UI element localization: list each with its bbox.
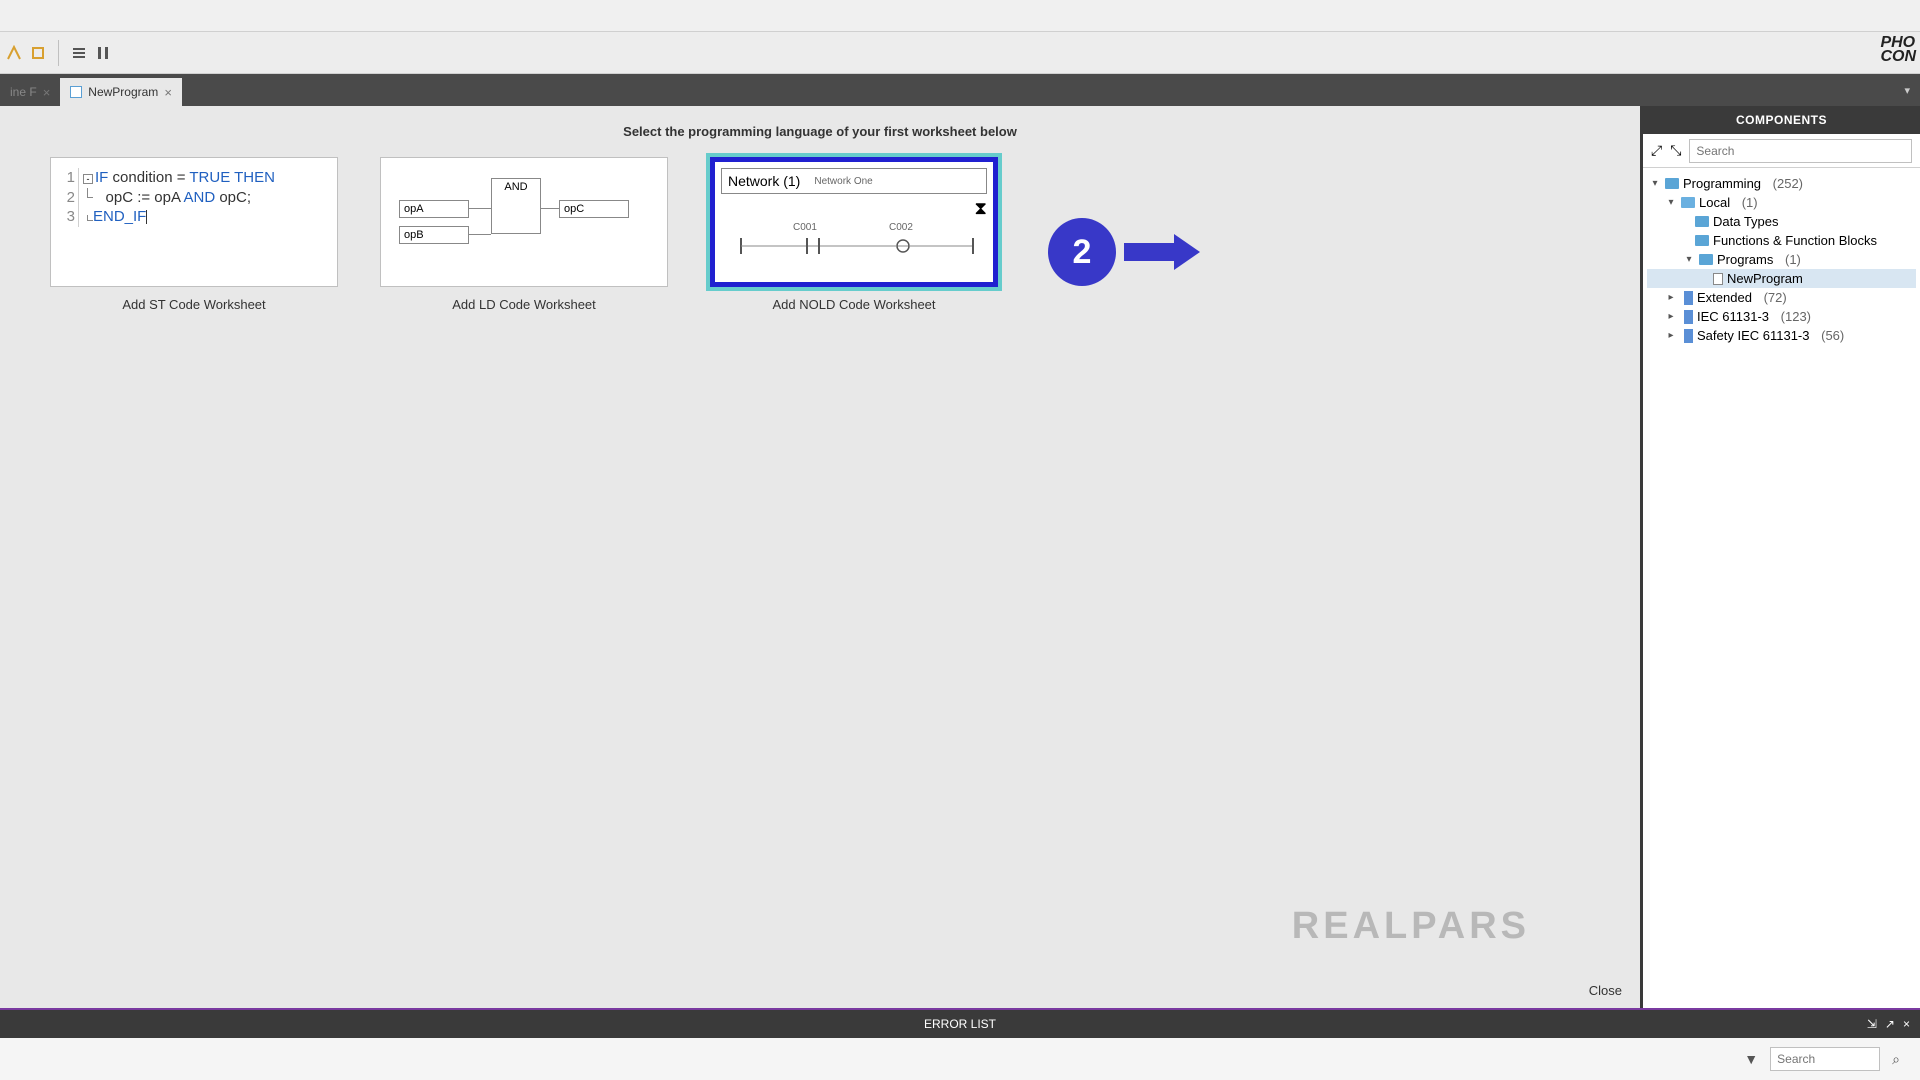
prompt-text: Select the programming language of your … xyxy=(40,124,1600,139)
clear-search-icon[interactable]: ⌕ xyxy=(1892,1051,1900,1068)
card-nold-label: Add NOLD Code Worksheet xyxy=(772,297,935,312)
st-kw: IF xyxy=(95,169,108,186)
st-kw: END_IF xyxy=(93,208,146,225)
hourglass-icon: ⧗ xyxy=(974,198,987,219)
ld-opc: opC xyxy=(559,200,629,218)
tree-newprogram[interactable]: NewProgram xyxy=(1647,269,1916,288)
components-tree: ▾Programming (252) ▾Local (1) Data Types… xyxy=(1643,168,1920,351)
tree-iec[interactable]: ▸IEC 61131-3 (123) xyxy=(1647,307,1916,326)
program-icon xyxy=(70,86,82,98)
card-st-worksheet[interactable]: 1-IF condition = TRUE THEN 2 opC := opA … xyxy=(50,157,338,287)
tree-functions[interactable]: Functions & Function Blocks xyxy=(1647,231,1916,250)
tab-partial-label: ine F xyxy=(10,85,37,99)
card-st-label: Add ST Code Worksheet xyxy=(122,297,265,312)
tree-extended[interactable]: ▸Extended (72) xyxy=(1647,288,1916,307)
folder-icon xyxy=(1699,254,1713,265)
folder-icon xyxy=(1665,178,1679,189)
callout-arrow xyxy=(1124,243,1174,261)
expand-all-icon[interactable]: ⤢ xyxy=(1651,142,1662,159)
filter-icon[interactable]: ▼ xyxy=(1744,1051,1758,1067)
st-kw: TRUE THEN xyxy=(189,169,275,186)
components-search-input[interactable] xyxy=(1689,139,1912,163)
callout-badge: 2 xyxy=(1048,218,1116,286)
st-txt: opC; xyxy=(215,189,251,206)
tree-programming[interactable]: ▾Programming (252) xyxy=(1647,174,1916,193)
brand-line2: CON xyxy=(1880,48,1916,65)
nold-net-name: Network One xyxy=(814,176,872,187)
st-kw: AND xyxy=(184,189,216,206)
nold-c1-label: C001 xyxy=(793,222,817,233)
document-icon xyxy=(1713,273,1723,285)
tree-safety-iec[interactable]: ▸Safety IEC 61131-3 (56) xyxy=(1647,326,1916,345)
pin-icon[interactable]: ⇲ xyxy=(1867,1017,1877,1031)
close-button[interactable]: Close xyxy=(1589,983,1622,998)
error-search-input[interactable] xyxy=(1770,1047,1880,1071)
card-nold-worksheet[interactable]: Network (1) Network One ⧗ xyxy=(710,157,998,287)
card-ld-label: Add LD Code Worksheet xyxy=(452,297,596,312)
ld-and-block: AND xyxy=(491,178,541,234)
ld-opb: opB xyxy=(399,226,469,244)
nold-network-header: Network (1) Network One xyxy=(721,168,987,194)
toolbar: PHOCON xyxy=(0,32,1920,74)
tab-bar: ine F × NewProgram × ▾ xyxy=(0,74,1920,106)
folder-icon xyxy=(1681,197,1695,208)
list-view-icon[interactable] xyxy=(69,43,89,63)
book-icon xyxy=(1681,329,1693,343)
tool-icon-2[interactable] xyxy=(28,43,48,63)
window-titlebar xyxy=(0,0,1920,32)
error-list-toolbar: ▼ ⌕ xyxy=(0,1038,1920,1080)
error-list-header: ERROR LIST ⇲ ↗ × xyxy=(0,1008,1920,1038)
book-icon xyxy=(1681,291,1693,305)
column-view-icon[interactable] xyxy=(93,43,113,63)
components-header: COMPONENTS xyxy=(1643,106,1920,134)
book-icon xyxy=(1681,310,1693,324)
folder-icon xyxy=(1695,216,1709,227)
content-area: Select the programming language of your … xyxy=(0,106,1640,1008)
close-icon[interactable]: × xyxy=(43,85,51,100)
toolbar-divider xyxy=(58,40,59,66)
components-toolbar: ⤢ ⤡ xyxy=(1643,134,1920,168)
tab-dropdown-icon[interactable]: ▾ xyxy=(1904,84,1910,97)
tree-programs[interactable]: ▾Programs (1) xyxy=(1647,250,1916,269)
tree-data-types[interactable]: Data Types xyxy=(1647,212,1916,231)
nold-rung: C001 C002 xyxy=(737,226,977,265)
st-txt: opC := opA xyxy=(106,189,184,206)
ld-opa: opA xyxy=(399,200,469,218)
brand-logo: PHOCON xyxy=(1880,36,1916,65)
components-panel: COMPONENTS ⤢ ⤡ ▾Programming (252) ▾Local… xyxy=(1640,106,1920,1008)
tool-icon-1[interactable] xyxy=(4,43,24,63)
nold-net-label: Network (1) xyxy=(728,173,800,189)
close-icon[interactable]: × xyxy=(164,85,172,100)
card-ld-worksheet[interactable]: AND opA opB opC xyxy=(380,157,668,287)
nold-c2-label: C002 xyxy=(889,222,913,233)
st-txt: condition = xyxy=(108,169,189,186)
tab-partial[interactable]: ine F × xyxy=(0,78,60,106)
error-list-title: ERROR LIST xyxy=(924,1017,996,1031)
tab-active-label: NewProgram xyxy=(88,85,158,99)
close-icon[interactable]: × xyxy=(1903,1017,1910,1031)
maximize-icon[interactable]: ↗ xyxy=(1885,1017,1895,1031)
collapse-all-icon[interactable]: ⤡ xyxy=(1670,142,1681,159)
tab-newprogram[interactable]: NewProgram × xyxy=(60,78,182,106)
folder-icon xyxy=(1695,235,1709,246)
tree-local[interactable]: ▾Local (1) xyxy=(1647,193,1916,212)
watermark: REALPARS xyxy=(1292,905,1530,948)
